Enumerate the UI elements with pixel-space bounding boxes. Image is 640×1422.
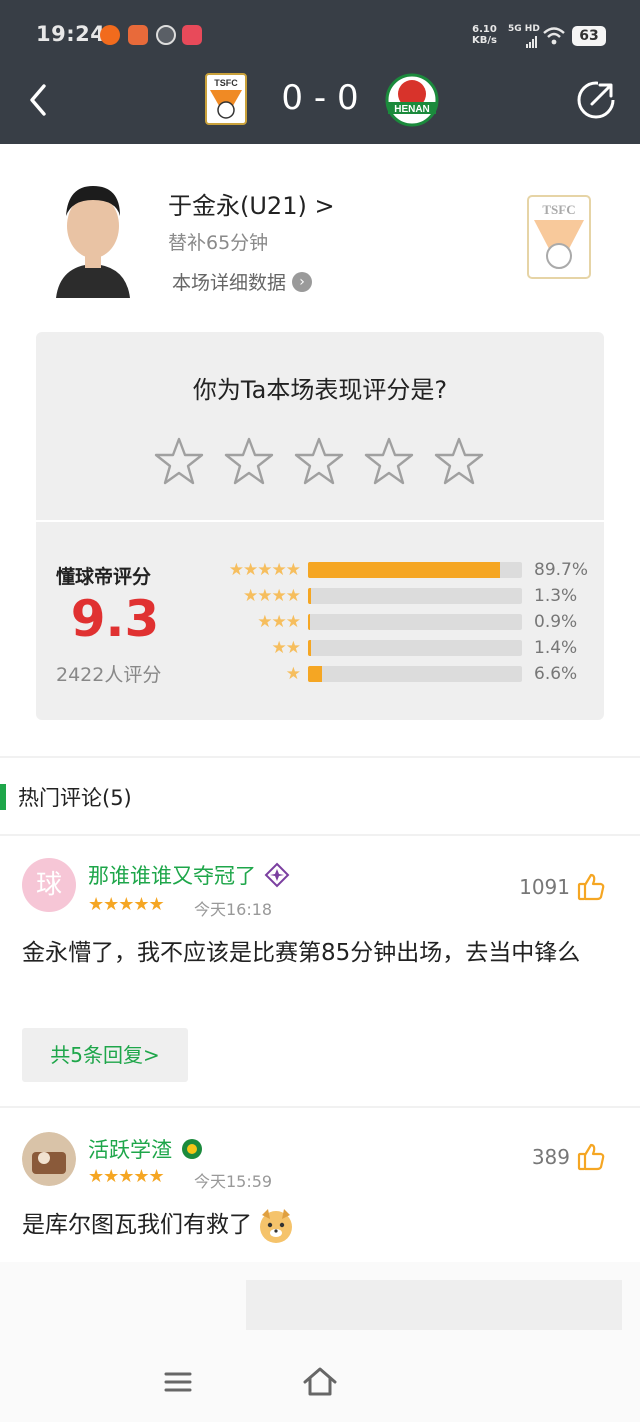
rating-distribution-row: ★★★★ 1.3% — [212, 586, 602, 606]
star-level: ★ — [285, 664, 301, 684]
star-outline-icon[interactable] — [434, 436, 484, 486]
share-icon[interactable] — [574, 78, 618, 122]
match-header: TSFC 0 - 0 HENAN — [0, 70, 640, 144]
distribution-percent: 6.6% — [534, 664, 578, 684]
comment-username[interactable]: 活跃学渣 — [88, 1134, 204, 1164]
player-status: 替补65分钟 — [168, 232, 269, 254]
svg-text:TSFC: TSFC — [542, 202, 575, 217]
menu-icon[interactable] — [158, 1362, 198, 1402]
star-outline-icon[interactable] — [154, 436, 204, 486]
star-level: ★★ — [271, 638, 302, 658]
distribution-bar — [308, 640, 522, 656]
rating-distribution-row: ★ 6.6% — [212, 664, 602, 684]
distribution-fill — [308, 614, 310, 630]
team-fan-badge-icon — [264, 862, 290, 888]
signal-icon — [526, 36, 537, 48]
comment-input-field[interactable] — [246, 1280, 622, 1330]
svg-text:TSFC: TSFC — [214, 78, 238, 88]
rating-distribution-row: ★★★ 0.9% — [212, 612, 602, 632]
player-name[interactable]: 于金永(U21) > — [168, 186, 335, 221]
distribution-fill — [308, 562, 500, 578]
distribution-percent: 89.7% — [534, 560, 589, 580]
club-badge: TSFC — [527, 195, 591, 279]
status-bar: 19:24 6.10 KB/s 5G HD 63 — [0, 0, 640, 70]
away-team-logo[interactable]: HENAN — [384, 72, 440, 128]
app-notification-icon — [156, 25, 176, 45]
star-level: ★★★ — [257, 612, 301, 632]
like-count: 389 — [531, 1145, 570, 1169]
avatar[interactable]: 球 — [22, 858, 76, 912]
home-team-logo[interactable]: TSFC — [198, 72, 254, 128]
rating-stats: 懂球帝评分 9.3 2422人评分 ★★★★★ 89.7% ★★★★ 1.3% … — [36, 522, 604, 720]
thumbs-up-icon — [577, 873, 605, 901]
comment-rating-stars: ★★★★★ — [88, 1166, 165, 1187]
distribution-percent: 1.3% — [534, 586, 578, 606]
thumbs-up-icon — [577, 1143, 605, 1171]
distribution-fill — [308, 640, 311, 656]
match-score: 0 - 0 — [281, 78, 359, 118]
comment-item: 球 那谁谁谁又夺冠了 ★★★★★ 今天16:18 1091 金永懵了，我不应该是… — [0, 836, 640, 1106]
rating-distribution-row: ★★★★★ 89.7% — [212, 560, 602, 580]
star-outline-icon[interactable] — [294, 436, 344, 486]
distribution-percent: 0.9% — [534, 612, 578, 632]
chevron-circle-icon: › — [292, 271, 313, 292]
star-outline-icon[interactable] — [364, 436, 414, 486]
avatar[interactable] — [22, 1132, 76, 1186]
comment-username[interactable]: 那谁谁谁又夺冠了 — [88, 860, 290, 890]
comment-time: 今天15:59 — [194, 1172, 273, 1191]
detail-stats-link[interactable]: 本场详细数据 › — [172, 268, 313, 295]
home-icon[interactable] — [300, 1362, 340, 1402]
chevron-right-icon: > — [314, 192, 335, 220]
star-level: ★★★★★ — [228, 560, 301, 580]
comment-time: 今天16:18 — [194, 900, 273, 919]
app-notification-icon — [100, 25, 120, 45]
app-notification-icon — [182, 25, 202, 45]
section-accent-bar — [0, 784, 6, 810]
comment-body: 是库尔图瓦我们有救了 — [22, 1204, 612, 1246]
bottom-bar — [0, 1262, 640, 1422]
section-title: 热门评论(5) — [18, 786, 132, 810]
signal-label: 5G HD — [508, 24, 540, 34]
distribution-percent: 1.4% — [534, 638, 578, 658]
top-bar: 19:24 6.10 KB/s 5G HD 63 TSFC 0 - 0 HENA… — [0, 0, 640, 144]
comment-rating-stars: ★★★★★ — [88, 894, 165, 915]
rating-question: 你为Ta本场表现评分是? — [192, 376, 448, 404]
distribution-fill — [308, 588, 311, 604]
status-time: 19:24 — [36, 22, 106, 46]
comment-item: 活跃学渣 ★★★★★ 今天15:59 389 是库尔图瓦我们有救了 — [0, 1108, 640, 1258]
comment-text: 是库尔图瓦我们有救了 — [22, 1212, 252, 1238]
team-fan-badge-icon — [182, 1139, 202, 1159]
app-notification-icon — [128, 25, 148, 45]
distribution-bar — [308, 614, 522, 630]
star-rating-input[interactable] — [154, 436, 484, 486]
distribution-bar — [308, 562, 522, 578]
view-replies-button[interactable]: 共5条回复> — [22, 1028, 188, 1082]
svg-text:HENAN: HENAN — [394, 104, 430, 115]
average-rating: 9.3 — [70, 590, 160, 648]
rating-source-label: 懂球帝评分 — [56, 566, 152, 588]
distribution-bar — [308, 666, 522, 682]
back-icon[interactable] — [22, 80, 58, 120]
battery-indicator: 63 — [572, 26, 606, 46]
wifi-icon — [543, 27, 565, 45]
like-button[interactable]: 1091 — [519, 872, 606, 902]
distribution-bar — [308, 588, 522, 604]
like-count: 1091 — [519, 875, 570, 899]
star-outline-icon[interactable] — [224, 436, 274, 486]
rating-prompt: 你为Ta本场表现评分是? — [36, 332, 604, 520]
dog-emoji-icon — [260, 1209, 292, 1243]
player-photo — [56, 186, 130, 298]
player-card[interactable]: 于金永(U21) > 替补65分钟 本场详细数据 › TSFC — [0, 144, 640, 324]
comment-text: 金永懵了，我不应该是比赛第85分钟出场，去当中锋么 — [22, 940, 581, 966]
distribution-fill — [308, 666, 323, 682]
net-speed: 6.10 KB/s — [472, 24, 497, 46]
star-level: ★★★★ — [243, 586, 301, 606]
section-divider — [0, 756, 640, 758]
like-button[interactable]: 389 — [532, 1142, 606, 1172]
rating-distribution-row: ★★ 1.4% — [212, 638, 602, 658]
rating-count: 2422人评分 — [56, 664, 162, 686]
hot-comments-header: 热门评论(5) — [0, 782, 132, 812]
